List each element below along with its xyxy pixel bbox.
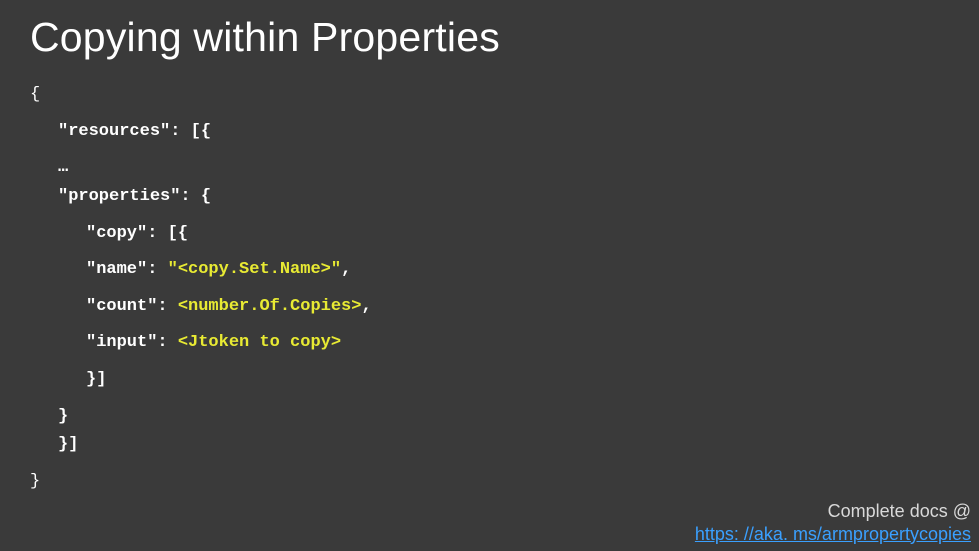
code-key: "resources" <box>58 122 170 141</box>
code-key: "count" <box>86 297 157 316</box>
code-line: "properties": { <box>30 185 979 210</box>
code-line: }] <box>30 368 979 393</box>
code-key: "input" <box>86 333 157 352</box>
code-text: , <box>361 297 371 316</box>
code-text: : { <box>180 187 211 206</box>
footer: Complete docs @ https: //aka. ms/armprop… <box>695 500 971 545</box>
code-text: : [{ <box>147 224 188 243</box>
code-line: … <box>30 156 979 181</box>
code-key: "name" <box>86 260 147 279</box>
code-line: "count": <number.Of.Copies>, <box>30 295 979 320</box>
code-line: "resources": [{ <box>30 120 979 145</box>
code-text: : [{ <box>170 122 211 141</box>
code-value: <Jtoken to copy> <box>178 333 341 352</box>
code-text: : <box>157 297 177 316</box>
code-text: : <box>147 260 167 279</box>
code-text: , <box>341 260 351 279</box>
code-key: "properties" <box>58 187 180 206</box>
code-text: : <box>157 333 177 352</box>
code-key: "copy" <box>86 224 147 243</box>
code-value: "<copy.Set.Name>" <box>168 260 341 279</box>
code-line: }] <box>30 433 979 458</box>
footer-text: Complete docs @ <box>695 500 971 523</box>
code-line: "copy": [{ <box>30 222 979 247</box>
code-line: } <box>30 470 979 495</box>
docs-link[interactable]: https: //aka. ms/armpropertycopies <box>695 524 971 544</box>
code-line: } <box>30 405 979 430</box>
code-line: "input": <Jtoken to copy> <box>30 331 979 356</box>
slide: Copying within Properties { "resources":… <box>0 0 979 551</box>
code-value: <number.Of.Copies> <box>178 297 362 316</box>
slide-title: Copying within Properties <box>0 0 979 61</box>
code-line: { <box>30 83 979 108</box>
code-line: "name": "<copy.Set.Name>", <box>30 258 979 283</box>
code-block: { "resources": [{ … "properties": { "cop… <box>0 61 979 495</box>
